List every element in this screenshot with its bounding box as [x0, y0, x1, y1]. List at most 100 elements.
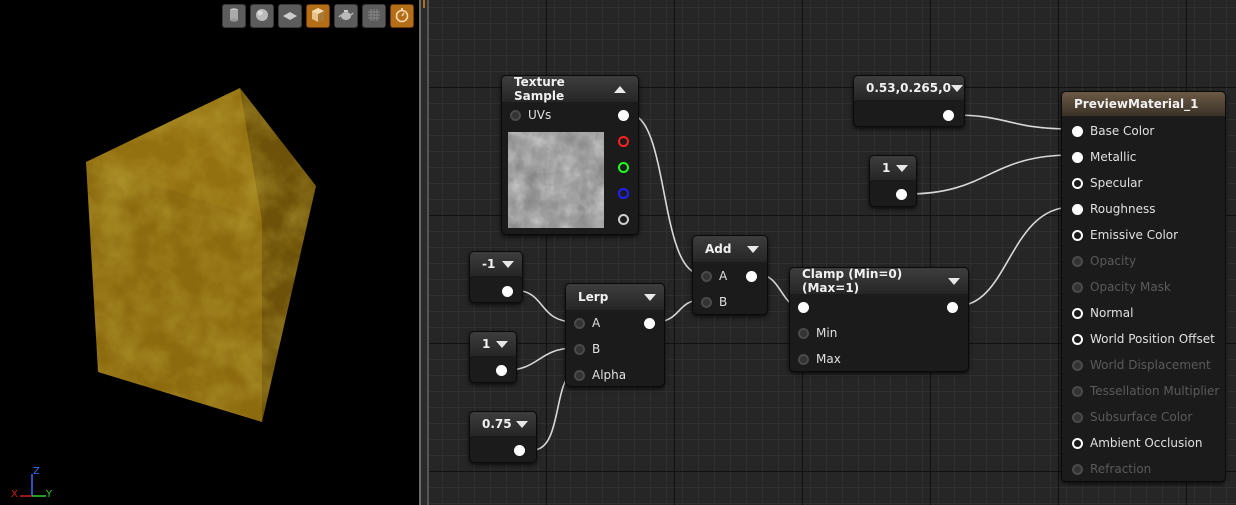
add-input-a[interactable]: A — [701, 269, 727, 283]
add-node[interactable]: Add A B — [692, 235, 768, 315]
pin-label: Ambient Occlusion — [1090, 436, 1203, 450]
collapse-arrow-icon[interactable] — [896, 164, 908, 172]
uvs-input[interactable]: UVs — [510, 108, 551, 122]
collapse-arrow-icon[interactable] — [948, 277, 960, 285]
pin-label: Max — [816, 352, 841, 366]
input-pin-icon[interactable] — [1072, 307, 1083, 319]
material-input-metallic[interactable]: Metallic — [1072, 150, 1136, 164]
collapse-arrow-icon[interactable] — [516, 420, 528, 428]
collapse-arrow-icon[interactable] — [644, 293, 656, 301]
material-input-emissive-color[interactable]: Emissive Color — [1072, 228, 1178, 242]
input-pin-icon[interactable] — [1072, 437, 1083, 449]
pin-label: Metallic — [1090, 150, 1137, 164]
preview-viewport[interactable]: Z Y X — [0, 0, 419, 505]
sphere-preview-button[interactable] — [250, 4, 274, 28]
material-input-world-position-offset[interactable]: World Position Offset — [1072, 332, 1215, 346]
pin-label: World Position Offset — [1090, 332, 1215, 346]
material-graph-canvas[interactable]: Texture Sample UVs -1 1 0.75 Lerp A B Al… — [429, 0, 1236, 505]
axis-x-label: X — [11, 489, 18, 500]
output-pin[interactable] — [746, 271, 757, 282]
input-pin-icon[interactable] — [701, 296, 712, 308]
cube-icon — [310, 7, 326, 26]
axis-gizmo: Z Y X — [10, 464, 60, 504]
constant-node-075[interactable]: 0.75 — [469, 411, 537, 463]
grid-toggle-button[interactable] — [362, 4, 386, 28]
pin-label: Emissive Color — [1090, 228, 1179, 242]
g-output-pin[interactable] — [618, 162, 629, 173]
input-pin-icon[interactable] — [574, 343, 585, 355]
realtime-toggle-button[interactable] — [390, 4, 414, 28]
constant-node-metallic[interactable]: 1 — [869, 155, 917, 207]
input-pin-icon[interactable] — [798, 327, 809, 339]
clamp-input-max[interactable]: Max — [798, 352, 841, 366]
input-pin-icon[interactable] — [1072, 203, 1083, 215]
output-pin[interactable] — [644, 318, 655, 329]
input-pin-icon[interactable] — [1072, 229, 1083, 241]
input-pin-icon[interactable] — [1072, 177, 1083, 189]
output-pin[interactable] — [896, 189, 907, 200]
clamp-node[interactable]: Clamp (Min=0) (Max=1) Min Max — [789, 267, 969, 372]
cylinder-preview-button[interactable] — [222, 4, 246, 28]
constant-value: 0.75 — [482, 417, 512, 431]
cube-preview-button[interactable] — [306, 4, 330, 28]
texture-sample-node[interactable]: Texture Sample UVs — [501, 75, 639, 235]
material-input-roughness[interactable]: Roughness — [1072, 202, 1155, 216]
clamp-title: Clamp (Min=0) (Max=1) — [802, 267, 903, 295]
rgb-output-pin[interactable] — [618, 110, 629, 121]
cylinder-icon — [226, 7, 242, 26]
input-pin-icon[interactable] — [1072, 125, 1083, 137]
collapse-arrow-icon[interactable] — [614, 85, 626, 93]
input-pin-icon — [1072, 463, 1083, 475]
axis-y-label: Y — [46, 489, 53, 500]
input-pin-icon[interactable] — [574, 369, 585, 381]
output-pin[interactable] — [943, 110, 954, 121]
preview-cube — [86, 88, 316, 422]
input-pin-icon[interactable] — [510, 109, 521, 121]
b-output-pin[interactable] — [618, 188, 629, 199]
material-input-ambient-occlusion[interactable]: Ambient Occlusion — [1072, 436, 1202, 450]
output-pin[interactable] — [502, 286, 513, 297]
preview-material-node[interactable]: PreviewMaterial_1 Base Color Metallic Spec… — [1061, 91, 1226, 482]
input-pin-icon — [1072, 385, 1083, 397]
pin-label: World Displacement — [1090, 358, 1211, 372]
teapot-icon — [338, 7, 354, 26]
panel-splitter[interactable] — [419, 0, 429, 505]
input-pin-icon[interactable] — [1072, 151, 1083, 163]
pin-label: Normal — [1090, 306, 1134, 320]
pin-label: B — [592, 342, 601, 356]
input-pin-icon[interactable] — [701, 270, 712, 282]
output-pin[interactable] — [496, 365, 507, 376]
collapse-arrow-icon[interactable] — [951, 84, 964, 92]
r-output-pin[interactable] — [618, 136, 629, 147]
add-title: Add — [705, 242, 732, 256]
add-input-b[interactable]: B — [701, 295, 727, 309]
material-input-specular[interactable]: Specular — [1072, 176, 1142, 190]
input-pin-icon[interactable] — [798, 353, 809, 365]
output-pin[interactable] — [947, 302, 958, 313]
a-output-pin[interactable] — [618, 214, 629, 225]
input-pin-icon[interactable] — [1072, 333, 1083, 345]
mesh-preview-button[interactable] — [334, 4, 358, 28]
clamp-input-min[interactable]: Min — [798, 326, 837, 340]
material-input-normal[interactable]: Normal — [1072, 306, 1133, 320]
pin-label: Roughness — [1090, 202, 1156, 216]
lerp-input-alpha[interactable]: Alpha — [574, 368, 626, 382]
pin-label: Opacity Mask — [1090, 280, 1171, 294]
material-input-base-color[interactable]: Base Color — [1072, 124, 1154, 138]
collapse-arrow-icon[interactable] — [496, 340, 508, 348]
lerp-node[interactable]: Lerp A B Alpha — [565, 283, 665, 387]
lerp-input-a[interactable]: A — [574, 316, 600, 330]
constant-node-1[interactable]: 1 — [469, 331, 517, 383]
plane-preview-button[interactable] — [278, 4, 302, 28]
clamp-input-pin[interactable] — [798, 302, 809, 313]
pin-label: Subsurface Color — [1090, 410, 1193, 424]
constant3vector-node[interactable]: 0.53,0.265,0 — [853, 75, 965, 127]
output-pin[interactable] — [514, 445, 525, 456]
constant-node-neg1[interactable]: -1 — [469, 251, 523, 303]
input-pin-icon[interactable] — [574, 317, 585, 329]
collapse-arrow-icon[interactable] — [502, 260, 514, 268]
input-pin-icon — [1072, 255, 1083, 267]
stopwatch-icon — [394, 7, 410, 26]
lerp-input-b[interactable]: B — [574, 342, 600, 356]
collapse-arrow-icon[interactable] — [747, 245, 759, 253]
